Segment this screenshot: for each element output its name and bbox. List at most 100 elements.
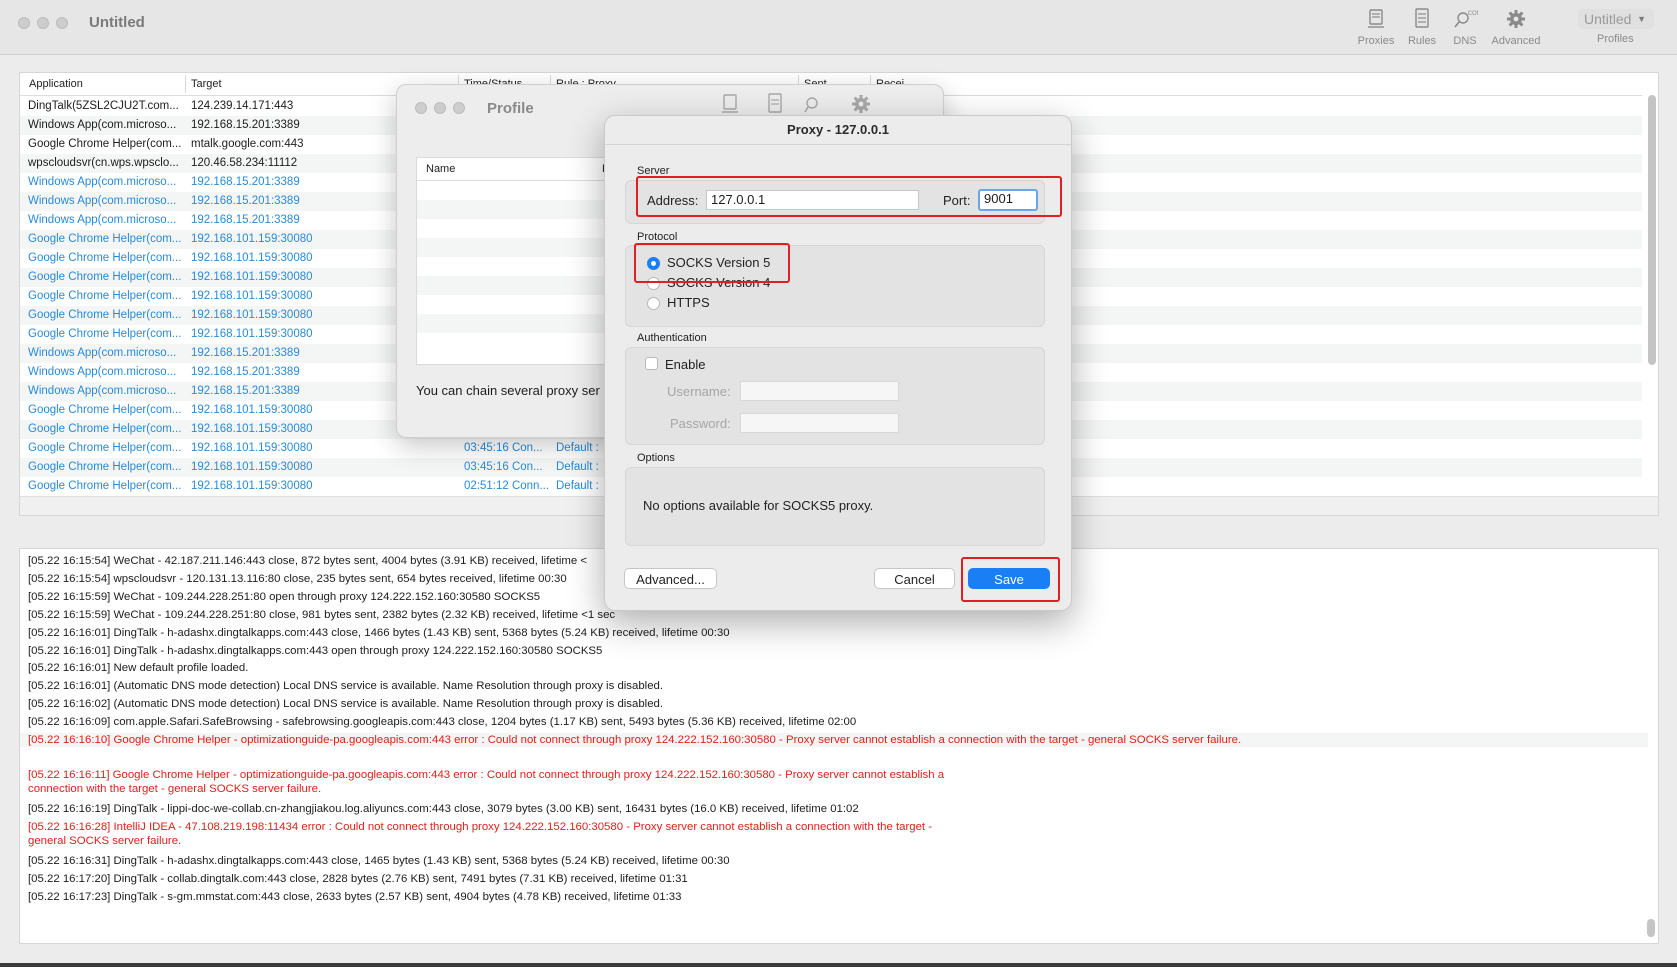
- row-application: Google Chrome Helper(com...: [28, 328, 182, 340]
- toolbar-proxies-button[interactable]: Proxies: [1355, 8, 1397, 47]
- profiles-label: Profiles: [1597, 33, 1634, 45]
- window-title: Untitled: [89, 14, 145, 31]
- log-line: [05.22 16:16:01] New default profile loa…: [28, 662, 249, 675]
- log-line: [05.22 16:16:19] DingTalk - lippi-doc-we…: [28, 803, 859, 815]
- row-application: Google Chrome Helper(com...: [28, 480, 182, 492]
- port-input[interactable]: 9001: [978, 189, 1038, 211]
- rules-list-icon: [1415, 8, 1429, 28]
- title-bar: Untitled Proxies Rules .COM DNS Advanced…: [0, 0, 1677, 55]
- gear-icon: [1507, 10, 1525, 28]
- profile-zoom-button[interactable]: [453, 102, 465, 114]
- row-application: Google Chrome Helper(com...: [28, 442, 182, 454]
- row-application: Windows App(com.microso...: [28, 366, 177, 378]
- address-input[interactable]: 127.0.0.1: [706, 190, 919, 210]
- profile-minimize-button[interactable]: [434, 102, 446, 114]
- rules-list-icon[interactable]: [764, 93, 786, 115]
- row-application: Windows App(com.microso...: [28, 347, 177, 359]
- save-button[interactable]: Save: [968, 568, 1050, 589]
- row-application: Windows App(com.microso...: [28, 176, 177, 188]
- svg-text:.COM: .COM: [1466, 11, 1478, 17]
- row-target: 192.168.101.159:30080: [191, 461, 313, 473]
- log-line: [05.22 16:16:28] IntelliJ IDEA - 47.108.…: [28, 820, 933, 847]
- row-application: Windows App(com.microso...: [28, 195, 177, 207]
- row-application: Google Chrome Helper(com...: [28, 138, 182, 150]
- row-time-status: 03:45:16 Con...: [464, 442, 543, 454]
- username-input[interactable]: [740, 381, 899, 401]
- https-label[interactable]: HTTPS: [667, 295, 710, 310]
- log-line: [05.22 16:16:01] DingTalk - h-adashx.din…: [28, 626, 730, 639]
- proxy-dialog: Proxy - 127.0.0.1 Server Address: 127.0.…: [604, 115, 1072, 611]
- auth-group-label: Authentication: [637, 332, 707, 344]
- row-application: DingTalk(5ZSL2CJU2T.com...: [28, 100, 179, 112]
- row-application: Windows App(com.microso...: [28, 119, 177, 131]
- enable-auth-label[interactable]: Enable: [665, 357, 705, 372]
- dns-icon[interactable]: [803, 93, 825, 115]
- socks5-radio[interactable]: [647, 257, 660, 270]
- toolbar-advanced-button[interactable]: Advanced: [1489, 8, 1543, 47]
- row-application: Google Chrome Helper(com...: [28, 252, 182, 264]
- socks4-radio[interactable]: [647, 277, 660, 290]
- row-application: Google Chrome Helper(com...: [28, 309, 182, 321]
- row-application: Google Chrome Helper(com...: [28, 290, 182, 302]
- log-line: [05.22 16:16:09] com.apple.Safari.SafeBr…: [28, 716, 857, 729]
- col-application[interactable]: Application: [29, 78, 83, 90]
- server-group-label: Server: [637, 165, 670, 177]
- log-line: [05.22 16:16:02] (Automatic DNS mode det…: [28, 698, 664, 711]
- enable-auth-checkbox[interactable]: [645, 357, 658, 370]
- log-line: [05.22 16:16:01] (Automatic DNS mode det…: [28, 680, 664, 693]
- password-input[interactable]: [740, 413, 899, 433]
- profile-select-value: Untitled: [1584, 11, 1632, 27]
- row-time-status: 02:51:12 Conn...: [464, 480, 550, 492]
- toolbar-rules-button[interactable]: Rules: [1404, 8, 1440, 47]
- profile-select[interactable]: Untitled ▼: [1578, 9, 1654, 29]
- server-icon: [1368, 9, 1384, 28]
- username-label: Username:: [667, 384, 731, 399]
- col-name[interactable]: Name: [426, 163, 455, 175]
- cancel-button[interactable]: Cancel: [874, 568, 955, 589]
- log-line: [05.22 16:16:01] DingTalk - h-adashx.din…: [28, 644, 603, 657]
- row-application: Google Chrome Helper(com...: [28, 404, 182, 416]
- col-target[interactable]: Target: [191, 78, 222, 90]
- log-line: [05.22 16:16:10] Google Chrome Helper - …: [20, 733, 1648, 747]
- row-application: Windows App(com.microso...: [28, 385, 177, 397]
- row-target: 192.168.101.159:30080: [191, 442, 313, 454]
- toolbar-proxies-label: Proxies: [1357, 35, 1395, 47]
- row-application: Google Chrome Helper(com...: [28, 233, 182, 245]
- minimize-window-button[interactable]: [37, 17, 49, 29]
- profile-proxy-table: Name P: [416, 157, 609, 365]
- port-label: Port:: [943, 193, 971, 208]
- toolbar-rules-label: Rules: [1407, 35, 1437, 47]
- connections-scrollbar[interactable]: [1648, 95, 1656, 365]
- https-radio[interactable]: [647, 297, 660, 310]
- row-application: Google Chrome Helper(com...: [28, 271, 182, 283]
- row-application: Google Chrome Helper(com...: [28, 423, 182, 435]
- options-group-label: Options: [637, 452, 675, 464]
- server-icon[interactable]: [719, 93, 741, 115]
- profile-close-button[interactable]: [415, 102, 427, 114]
- options-text: No options available for SOCKS5 proxy.: [643, 498, 874, 513]
- profile-window-title: Profile: [487, 100, 534, 117]
- close-window-button[interactable]: [18, 17, 30, 29]
- row-target: 192.168.101.159:30080: [191, 480, 313, 492]
- profile-table-header: Name P: [417, 158, 609, 181]
- toolbar-dns-button[interactable]: .COM DNS: [1449, 8, 1481, 47]
- log-line: [05.22 16:16:31] DingTalk - h-adashx.din…: [28, 855, 730, 868]
- toolbar-advanced-label: Advanced: [1491, 35, 1541, 47]
- log-line: [05.22 16:17:23] DingTalk - s-gm.mmstat.…: [28, 891, 682, 904]
- gear-icon[interactable]: [850, 93, 872, 115]
- address-label: Address:: [647, 193, 699, 208]
- row-application: Windows App(com.microso...: [28, 214, 177, 226]
- log-line: [05.22 16:17:20] DingTalk - collab.dingt…: [28, 873, 688, 886]
- row-time-status: 03:45:16 Con...: [464, 461, 543, 473]
- socks5-label[interactable]: SOCKS Version 5: [667, 255, 770, 270]
- profile-chain-note: You can chain several proxy ser: [416, 383, 600, 398]
- chevron-down-icon: ▼: [1637, 14, 1646, 24]
- socks4-label[interactable]: SOCKS Version 4: [667, 275, 770, 290]
- log-line: [05.22 16:16:11] Google Chrome Helper - …: [28, 768, 945, 795]
- log-scrollbar[interactable]: [1647, 919, 1655, 937]
- zoom-window-button[interactable]: [56, 17, 68, 29]
- advanced-button[interactable]: Advanced...: [624, 568, 717, 589]
- dns-icon: .COM: [1454, 11, 1482, 28]
- window-bottom-edge: [0, 963, 1677, 967]
- password-label: Password:: [670, 416, 731, 431]
